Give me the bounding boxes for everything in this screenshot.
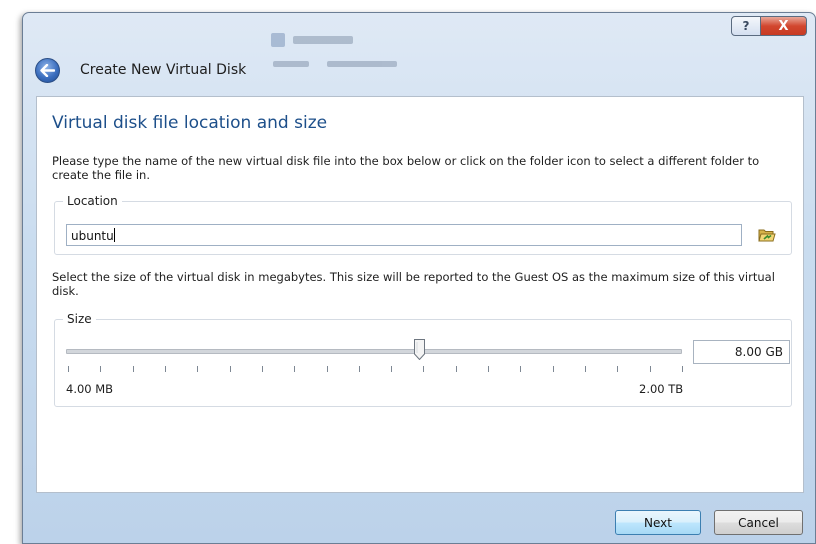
slider-tick bbox=[294, 366, 296, 372]
slider-tick bbox=[68, 366, 69, 372]
size-input[interactable]: 8.00 GB bbox=[693, 340, 790, 364]
slider-tick bbox=[488, 366, 490, 372]
slider-tick bbox=[100, 366, 102, 372]
help-button[interactable]: ? bbox=[731, 16, 761, 36]
wizard-footer: Next Cancel bbox=[23, 496, 815, 543]
slider-tick bbox=[391, 366, 393, 372]
slider-tick bbox=[520, 366, 522, 372]
slider-tick bbox=[261, 366, 263, 372]
slider-tick bbox=[649, 366, 651, 372]
slider-tick bbox=[455, 366, 457, 372]
size-slider-thumb[interactable] bbox=[413, 339, 425, 360]
size-group: Size 4.00 MB 2.00 TB 8.00 GB bbox=[54, 312, 792, 407]
slider-tick bbox=[552, 366, 554, 372]
page-title: Virtual disk file location and size bbox=[52, 113, 328, 133]
desktop: { "window": { "help_glyph": "?", "close_… bbox=[0, 0, 816, 544]
slider-tick bbox=[358, 366, 360, 372]
slider-tick bbox=[326, 366, 328, 372]
caption-buttons: ? X bbox=[731, 16, 807, 36]
text-caret bbox=[113, 228, 115, 242]
wizard-title: Create New Virtual Disk bbox=[80, 62, 247, 78]
slider-tick bbox=[132, 366, 134, 372]
location-label: Location bbox=[63, 194, 122, 208]
location-input-value: ubuntu bbox=[71, 229, 114, 243]
slider-tick bbox=[585, 366, 587, 372]
slider-tick bbox=[164, 366, 166, 372]
slider-tick bbox=[423, 366, 425, 372]
background-window-ghost bbox=[253, 23, 433, 83]
wizard-page: Virtual disk file location and size Plea… bbox=[36, 96, 804, 493]
slider-tick bbox=[617, 366, 619, 372]
cancel-button[interactable]: Cancel bbox=[714, 510, 803, 535]
size-slider-track[interactable] bbox=[66, 349, 682, 354]
back-arrow-icon bbox=[40, 64, 55, 77]
size-max-label: 2.00 TB bbox=[639, 382, 684, 396]
location-description: Please type the name of the new virtual … bbox=[52, 154, 760, 182]
location-group: Location ubuntu bbox=[54, 194, 792, 255]
next-button[interactable]: Next bbox=[615, 510, 701, 535]
close-button[interactable]: X bbox=[761, 16, 807, 36]
slider-tick bbox=[229, 366, 231, 372]
dialog-window: ? X Create New Virtual Disk Virtual disk… bbox=[22, 12, 816, 544]
size-min-label: 4.00 MB bbox=[66, 382, 114, 396]
slider-tick bbox=[682, 366, 683, 372]
location-input[interactable]: ubuntu bbox=[66, 224, 742, 246]
size-label: Size bbox=[63, 312, 96, 326]
folder-open-icon[interactable] bbox=[758, 227, 776, 243]
back-button[interactable] bbox=[35, 58, 60, 83]
close-icon: X bbox=[778, 18, 789, 34]
size-description: Select the size of the virtual disk in m… bbox=[52, 270, 775, 298]
slider-tick bbox=[197, 366, 199, 372]
help-icon: ? bbox=[742, 19, 750, 33]
